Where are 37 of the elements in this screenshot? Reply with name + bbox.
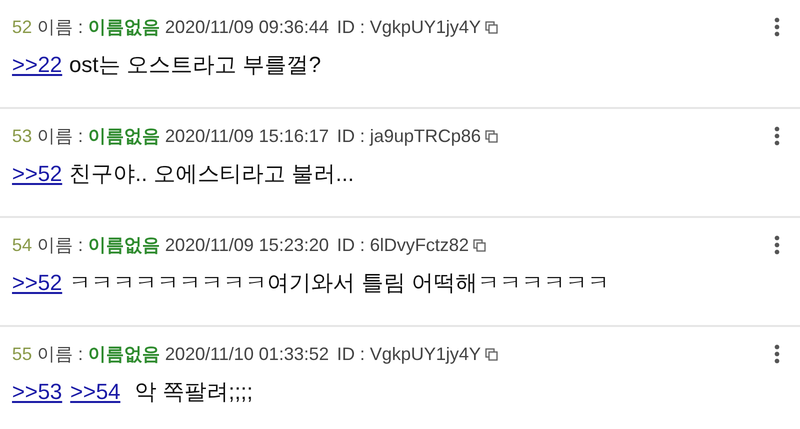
copy-icon[interactable] <box>484 348 498 360</box>
poster-name: 이름없음 <box>88 125 160 148</box>
copy-icon[interactable] <box>484 20 498 34</box>
reply-link[interactable]: >>52 <box>12 158 62 190</box>
post-text: ost는 오스트라고 부를껄? <box>69 51 321 79</box>
poster-name: 이름없음 <box>88 234 160 257</box>
poster-id: ID : ja9upTRCp86 <box>336 125 481 148</box>
post-number: 52 <box>12 16 32 39</box>
more-options-icon[interactable] <box>774 126 780 146</box>
post-text: ㅋㅋㅋㅋㅋㅋㅋㅋㅋ여기와서 틀림 어떡해ㅋㅋㅋㅋㅋㅋ <box>69 269 610 297</box>
post-text: 친구야.. 오에스티라고 불러... <box>69 160 354 188</box>
poster-name: 이름없음 <box>88 16 160 39</box>
name-label: 이름 : <box>37 234 84 257</box>
reply-link[interactable]: >>22 <box>12 49 62 81</box>
post-datetime: 2020/11/09 15:16:17 <box>165 125 329 148</box>
post-datetime: 2020/11/09 15:23:20 <box>165 234 329 257</box>
post-datetime: 2020/11/09 09:36:44 <box>165 16 329 39</box>
more-options-icon[interactable] <box>774 344 780 364</box>
reply-link[interactable]: >>53 <box>12 376 62 408</box>
reply-link[interactable]: >>54 <box>70 376 120 408</box>
poster-id: ID : VgkpUY1jy4Y <box>336 343 481 366</box>
more-options-icon[interactable] <box>774 235 780 255</box>
post-number: 53 <box>12 125 32 148</box>
post-number: 54 <box>12 234 32 257</box>
post-text: 악 쪽팔려;;;; <box>134 378 253 406</box>
name-label: 이름 : <box>37 343 84 366</box>
copy-icon[interactable] <box>472 238 486 252</box>
name-label: 이름 : <box>37 16 84 39</box>
poster-id: ID : VgkpUY1jy4Y <box>336 16 481 39</box>
poster-id: ID : 6lDvyFctz82 <box>336 234 469 257</box>
copy-icon[interactable] <box>484 130 498 142</box>
more-options-icon[interactable] <box>774 17 780 37</box>
poster-name: 이름없음 <box>88 343 160 366</box>
post-datetime: 2020/11/10 01:33:52 <box>165 343 329 366</box>
name-label: 이름 : <box>37 125 84 148</box>
reply-link[interactable]: >>52 <box>12 267 62 299</box>
post-number: 55 <box>12 343 32 366</box>
